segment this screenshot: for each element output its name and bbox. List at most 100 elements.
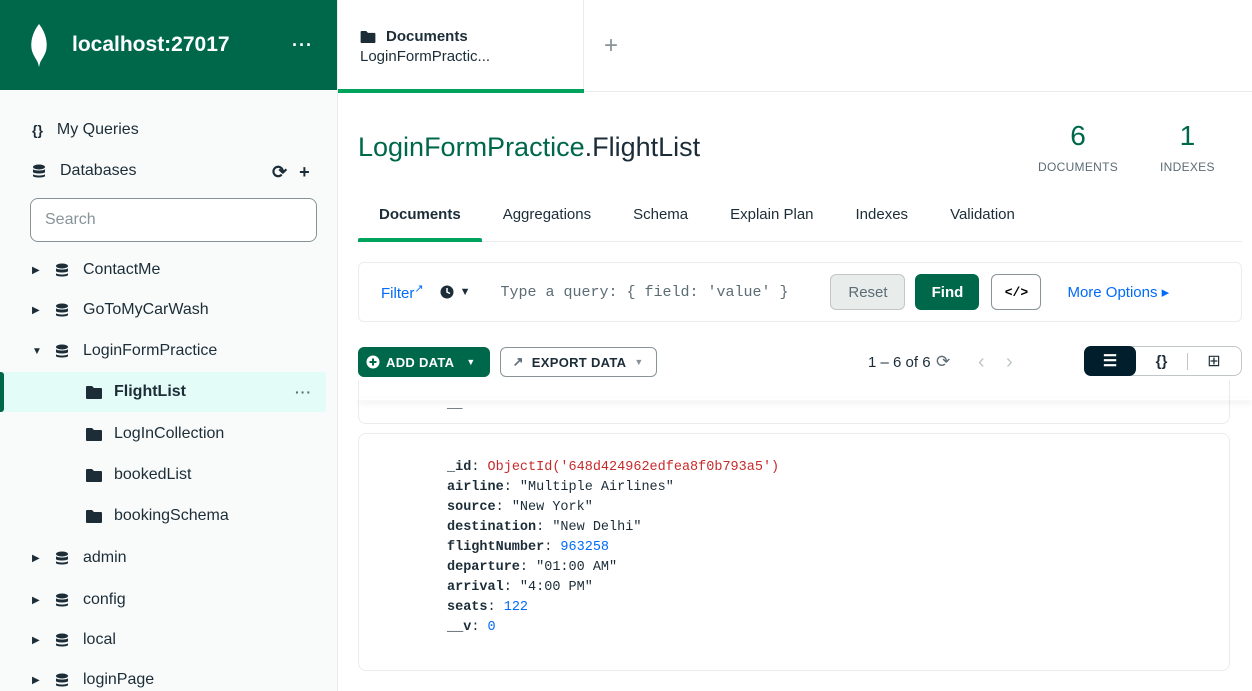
sidebar-item-loginpage[interactable]: ▶ loginPage [0, 660, 326, 691]
my-queries-label: My Queries [56, 121, 139, 138]
database-name: ContactMe [83, 261, 161, 278]
pagination-text: 1 – 6 of 6 [868, 353, 931, 371]
caret-right-icon[interactable]: ▶ [32, 305, 42, 316]
connection-title: localhost:27017 [72, 33, 230, 56]
indexes-count: 1 [1179, 120, 1196, 151]
subtab-validation[interactable]: Validation [929, 196, 1036, 241]
subtab-documents[interactable]: Documents [358, 196, 482, 242]
chevron-right-icon[interactable]: › [1006, 351, 1013, 374]
filter-link[interactable]: Filter↗ [381, 282, 424, 302]
previous-document-card: __ [358, 380, 1230, 424]
sidebar-search-input[interactable] [30, 198, 317, 242]
folder-icon [360, 30, 376, 43]
braces-icon: {} [32, 122, 43, 138]
document-card[interactable]: _id: ObjectId('648d424962edfea8f0b793a5'… [358, 433, 1230, 671]
database-name: loginPage [83, 671, 155, 688]
main-panel: Documents LoginFormPractic... + LoginFor… [338, 0, 1252, 691]
database-icon [56, 303, 68, 317]
active-indicator [0, 372, 4, 412]
field-id: _id: ObjectId('648d424962edfea8f0b793a5'… [447, 460, 780, 475]
database-icon [56, 551, 68, 565]
table-view-icon[interactable]: ⊞ [1188, 351, 1240, 371]
field-flightnumber: flightNumber: 963258 [447, 540, 610, 555]
add-data-button[interactable]: ADD DATA ▼ [358, 347, 490, 377]
connection-header[interactable]: localhost:27017 ··· [0, 0, 337, 90]
database-name: LoginFormPractice [83, 342, 218, 359]
collection-name: LogInCollection [114, 425, 225, 442]
caret-right-icon[interactable]: ▶ [32, 553, 42, 564]
export-icon: ↗ [512, 354, 524, 369]
toolbar-shadow [358, 398, 1252, 400]
database-icon [56, 263, 68, 277]
export-data-button[interactable]: ↗ EXPORT DATA ▼ [499, 347, 657, 377]
folder-icon [86, 468, 102, 482]
plus-circle-icon [366, 355, 380, 369]
caret-down-icon[interactable]: ▼ [32, 346, 42, 357]
chevron-down-icon: ▼ [459, 286, 471, 298]
more-options-link[interactable]: More Options ▸ [1067, 283, 1169, 301]
collection-title: LoginFormPractice.FlightList [358, 132, 700, 163]
database-icon [56, 673, 68, 687]
sidebar-item-logincollection[interactable]: LogInCollection [0, 414, 326, 454]
filter-bar: Filter↗ ▼ Reset Find </> More Options ▸ [358, 262, 1242, 322]
collection-name: FlightList [114, 383, 186, 400]
subtab-schema[interactable]: Schema [612, 196, 709, 241]
database-icon [56, 633, 68, 647]
sidebar-item-gotomycarwash[interactable]: ▶ GoToMyCarWash [0, 290, 326, 330]
sidebar-item-config[interactable]: ▶ config [0, 580, 326, 620]
sidebar: localhost:27017 ··· {} My Queries Databa… [0, 0, 338, 691]
field-destination: destination: "New Delhi" [447, 520, 642, 535]
chevron-down-icon: ▼ [466, 357, 476, 367]
collection-more-icon[interactable]: ··· [295, 384, 312, 400]
caret-right-icon[interactable]: ▶ [32, 675, 42, 686]
sidebar-item-loginformpractice[interactable]: ▼ LoginFormPractice [0, 331, 326, 371]
field-arrival: arrival: "4:00 PM" [447, 580, 593, 595]
database-icon [56, 593, 68, 607]
list-view-icon[interactable]: ☰ [1084, 346, 1136, 376]
json-view-icon[interactable]: {} [1136, 352, 1188, 370]
sidebar-item-bookedlist[interactable]: bookedList [0, 455, 326, 495]
documents-label: DOCUMENTS [1038, 160, 1119, 174]
collection-name: bookingSchema [114, 507, 229, 524]
subtab-aggregations[interactable]: Aggregations [482, 196, 612, 241]
database-actions: ⟳ + [272, 162, 310, 183]
workspace-tabbar: Documents LoginFormPractic... + [338, 0, 1252, 93]
field-seats: seats: 122 [447, 600, 529, 615]
refresh-icon[interactable]: ⟳ [936, 352, 950, 372]
tab-documents[interactable]: Documents LoginFormPractic... [338, 0, 584, 93]
query-input[interactable] [500, 283, 821, 301]
folder-icon [86, 427, 102, 441]
database-name: GoToMyCarWash [83, 301, 209, 318]
tab-title: Documents [386, 28, 468, 45]
databases-label: Databases [60, 162, 137, 179]
find-button[interactable]: Find [915, 274, 980, 310]
database-name: config [83, 591, 126, 608]
caret-right-icon[interactable]: ▶ [32, 595, 42, 606]
connection-more-icon[interactable]: ··· [292, 35, 313, 56]
refresh-icon[interactable]: ⟳ [272, 162, 287, 183]
sidebar-item-local[interactable]: ▶ local [0, 620, 326, 660]
code-view-button[interactable]: </> [991, 274, 1042, 310]
view-toggle: ☰ {} ⊞ [1084, 346, 1242, 376]
indexes-stat: 1 INDEXES [1160, 120, 1215, 174]
add-database-icon[interactable]: + [299, 162, 310, 183]
subtab-explain-plan[interactable]: Explain Plan [709, 196, 834, 241]
query-history-icon[interactable]: ▼ [440, 285, 471, 299]
subtab-indexes[interactable]: Indexes [835, 196, 930, 241]
field-version: __v: 0 [447, 620, 496, 635]
field-departure: departure: "01:00 AM" [447, 560, 618, 575]
sidebar-item-bookingschema[interactable]: bookingSchema [0, 496, 326, 536]
caret-right-icon[interactable]: ▶ [32, 635, 42, 646]
sidebar-item-admin[interactable]: ▶ admin [0, 538, 326, 578]
tab-active-indicator [338, 89, 584, 93]
reset-button[interactable]: Reset [830, 274, 906, 310]
chevron-left-icon[interactable]: ‹ [978, 351, 985, 374]
caret-right-icon[interactable]: ▶ [32, 265, 42, 276]
sidebar-item-flightlist[interactable]: FlightList ··· [0, 372, 326, 412]
collection-coll-name: .FlightList [584, 132, 701, 162]
add-tab-icon[interactable]: + [604, 32, 618, 60]
database-icon [56, 344, 68, 358]
sidebar-item-my-queries[interactable]: {} My Queries [0, 110, 326, 150]
sidebar-item-contactme[interactable]: ▶ ContactMe [0, 250, 326, 290]
database-name: local [83, 631, 116, 648]
